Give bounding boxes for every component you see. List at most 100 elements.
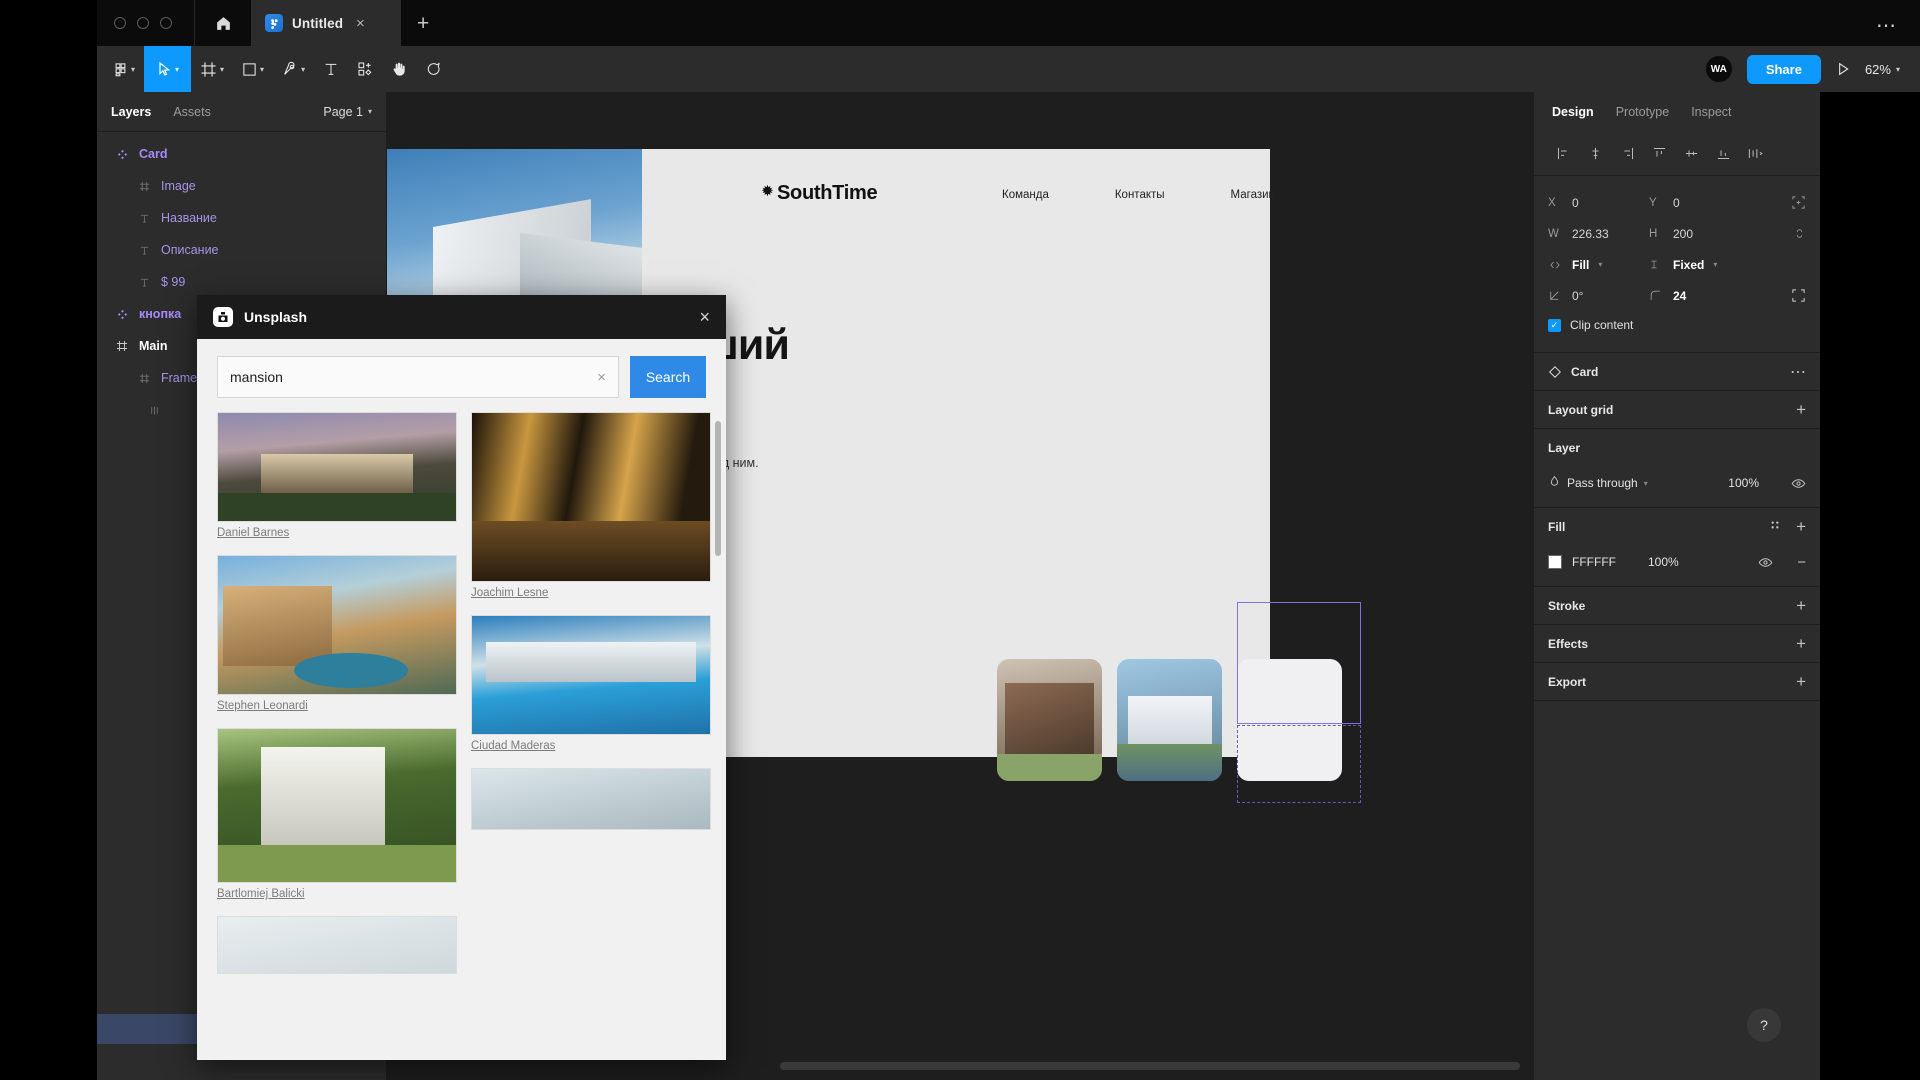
photo-thumbnail[interactable] (471, 412, 711, 582)
window-close-dot[interactable] (114, 17, 126, 29)
photo-credit[interactable]: Daniel Barnes (217, 527, 457, 539)
tab-design[interactable]: Design (1552, 105, 1594, 119)
layer-visibility-eye-icon[interactable] (1791, 476, 1806, 491)
help-button[interactable]: ? (1747, 1008, 1781, 1042)
photo-thumbnail[interactable] (217, 916, 457, 974)
hand-tool-button[interactable] (382, 46, 416, 92)
close-icon[interactable]: × (356, 15, 365, 32)
layer-row-card[interactable]: Card (97, 138, 386, 170)
tab-inspect[interactable]: Inspect (1691, 105, 1731, 119)
add-fill-button[interactable]: + (1796, 518, 1806, 537)
layer-opacity-value[interactable]: 100% (1728, 476, 1759, 490)
avatar[interactable]: WA (1704, 55, 1733, 83)
clip-content-checkbox[interactable]: ✓ (1548, 318, 1561, 332)
horizontal-resize-field[interactable]: Fill ▾ (1548, 258, 1649, 272)
distribute-icon[interactable] (1740, 141, 1770, 167)
canvas-horizontal-scrollbar[interactable] (780, 1062, 1520, 1070)
photo-art-house (222, 586, 333, 667)
fill-visibility-eye-icon[interactable] (1758, 555, 1773, 570)
fill-color-swatch[interactable] (1548, 555, 1562, 569)
add-effect-button[interactable]: + (1796, 635, 1806, 652)
height-field[interactable]: H 200 (1649, 227, 1750, 241)
nav-link-shop[interactable]: Магазин (1231, 189, 1275, 201)
align-right-icon[interactable] (1612, 141, 1642, 167)
present-play-icon[interactable] (1835, 61, 1851, 77)
search-button[interactable]: Search (630, 356, 706, 398)
align-top-icon[interactable] (1644, 141, 1674, 167)
fill-styles-icon[interactable] (1768, 518, 1782, 537)
fill-hex-value[interactable]: FFFFFF (1572, 555, 1616, 569)
remove-fill-button[interactable]: − (1797, 554, 1806, 571)
new-tab-button[interactable]: + (401, 13, 445, 34)
results-scrollbar[interactable] (715, 421, 721, 556)
zoom-level-dropdown[interactable]: 62% ▾ (1865, 62, 1900, 77)
mockup-card-2[interactable] (1117, 659, 1222, 781)
photo-thumbnail[interactable] (217, 728, 457, 883)
window-minimize-dot[interactable] (137, 17, 149, 29)
add-export-button[interactable]: + (1796, 673, 1806, 690)
y-field[interactable]: Y 0 (1649, 196, 1750, 210)
frame-tool-button[interactable]: ▾ (191, 46, 233, 92)
mockup-logo-text: SouthTime (777, 182, 878, 204)
mockup-nav-links: Команда Контакты Магазин (1002, 189, 1275, 201)
align-left-icon[interactable] (1548, 141, 1578, 167)
independent-corners-icon[interactable] (1791, 288, 1806, 303)
photo-credit[interactable]: Stephen Leonardi (217, 700, 457, 712)
clip-content-row[interactable]: ✓ Clip content (1548, 311, 1806, 339)
layer-row-description[interactable]: Описание (97, 234, 386, 266)
corner-radius-field[interactable]: 24 (1649, 289, 1750, 303)
component-more-menu-icon[interactable]: ⋯ (1790, 362, 1806, 382)
rotation-field[interactable]: 0° (1548, 289, 1649, 303)
layout-grid-title: Layout grid (1548, 402, 1614, 417)
photo-thumbnail[interactable] (471, 768, 711, 830)
window-more-menu-icon[interactable]: ⋯ (1876, 13, 1898, 38)
photo-credit[interactable]: Joachim Lesne (471, 587, 711, 599)
fill-opacity-value[interactable]: 100% (1648, 555, 1679, 569)
nav-link-contacts[interactable]: Контакты (1115, 189, 1165, 201)
search-input[interactable] (230, 369, 598, 385)
comment-tool-button[interactable] (416, 46, 450, 92)
width-field[interactable]: W 226.33 (1548, 227, 1649, 241)
pen-tool-button[interactable]: ▾ (273, 46, 314, 92)
align-bottom-icon[interactable] (1708, 141, 1738, 167)
home-icon[interactable] (195, 0, 251, 46)
absolute-position-icon[interactable] (1791, 195, 1806, 210)
photo-thumbnail[interactable] (217, 412, 457, 522)
clear-search-icon[interactable]: × (597, 369, 606, 386)
lock-aspect-ratio-icon[interactable] (1793, 226, 1806, 241)
tab-prototype[interactable]: Prototype (1616, 105, 1670, 119)
photo-thumbnail[interactable] (217, 555, 457, 695)
photo-thumbnail[interactable] (471, 615, 711, 735)
layer-row-price[interactable]: $ 99 (97, 266, 386, 298)
tab-assets[interactable]: Assets (173, 105, 211, 119)
mockup-card-1-image (997, 659, 1102, 781)
add-layout-grid-button[interactable]: + (1796, 401, 1806, 418)
photo-credit[interactable]: Bartlomiej Balicki (217, 888, 457, 900)
file-tab[interactable]: Untitled × (251, 0, 401, 46)
x-field[interactable]: X 0 (1548, 196, 1649, 210)
resources-tool-button[interactable] (348, 46, 382, 92)
page-selector[interactable]: Page 1 ▾ (323, 105, 372, 119)
photo-credit[interactable]: Ciudad Maderas (471, 740, 711, 752)
rotation-value: 0° (1572, 288, 1584, 303)
blend-mode-dropdown[interactable]: Pass through ▾ (1548, 475, 1648, 491)
shape-tool-button[interactable]: ▾ (233, 46, 273, 92)
close-icon[interactable]: × (699, 307, 710, 328)
move-tool-button[interactable]: ▾ (144, 46, 192, 92)
layer-row-title[interactable]: Название (97, 202, 386, 234)
search-input-wrapper[interactable]: × (217, 356, 619, 398)
vertical-resize-field[interactable]: Fixed ▾ (1649, 258, 1750, 272)
align-horizontal-center-icon[interactable] (1580, 141, 1610, 167)
share-button[interactable]: Share (1746, 54, 1821, 84)
text-tool-button[interactable] (314, 46, 348, 92)
mockup-card-1[interactable] (997, 659, 1102, 781)
add-stroke-button[interactable]: + (1796, 597, 1806, 614)
mockup-logo[interactable]: SouthTime (760, 182, 878, 205)
align-vertical-center-icon[interactable] (1676, 141, 1706, 167)
w-value: 226.33 (1572, 226, 1609, 241)
figma-menu-button[interactable]: ▾ (97, 46, 144, 92)
window-maximize-dot[interactable] (160, 17, 172, 29)
layer-row-image[interactable]: Image (97, 170, 386, 202)
nav-link-team[interactable]: Команда (1002, 189, 1049, 201)
tab-layers[interactable]: Layers (111, 105, 151, 119)
